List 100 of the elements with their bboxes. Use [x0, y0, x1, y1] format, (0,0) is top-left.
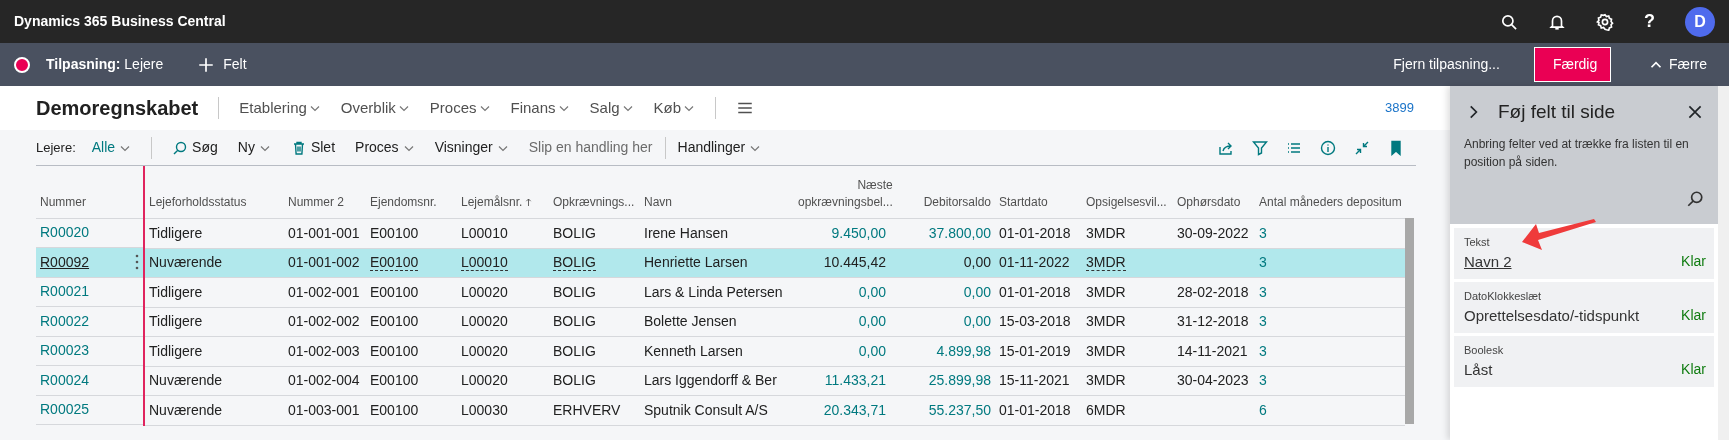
table-row[interactable]: R00023 Tidligere 01-002-003 E00100 L00020 BOLIG Kenneth Larsen 0,00 4.899,98 15-01-2019 3MDR 14-11-2021 3 [36, 336, 1405, 366]
filter-dropdown[interactable]: Alle [91, 137, 132, 158]
delete-button[interactable]: Slet [290, 137, 336, 158]
table-cell: 25.899,98 [928, 372, 991, 389]
record-link[interactable]: R00020 [40, 222, 90, 244]
table-cell: 20.343,71 [823, 401, 886, 418]
collapse-icon[interactable] [1354, 139, 1370, 156]
table-cell: 0,00 [858, 283, 886, 300]
search-button[interactable]: Søg [172, 137, 218, 158]
help-button[interactable]: ? [1644, 8, 1655, 35]
info-icon[interactable] [1320, 139, 1336, 156]
table-cell: 3 [1259, 342, 1267, 359]
table-row[interactable]: R00022 Tidligere 01-002-002 E00100 L00020 BOLIG Bolette Jensen 0,00 0,00 15-03-2018 3MDR 31-12-2018 3 [36, 307, 1405, 337]
field-type: DatoKlokkeslæt [1464, 289, 1543, 304]
field-type: Boolesk [1464, 343, 1505, 358]
column-header[interactable]: Lejemålsnr. [461, 194, 533, 212]
table-cell: Tidligere [149, 313, 203, 330]
field-card[interactable]: Boolesk Låst Klar [1454, 336, 1714, 387]
field-card[interactable]: Tekst Navn 2 Klar [1454, 228, 1714, 279]
field-status: Klar [1681, 252, 1706, 272]
table-cell: 3 [1259, 313, 1267, 330]
table-row[interactable]: R00024 Nuværende 01-002-004 E00100 L00020 BOLIG Lars Iggendorff & Ber 11.433,21 25.899,98 15-11-2021 3MDR 30-04-2023 3 [36, 366, 1405, 396]
column-header[interactable]: Ejendomsnr. [370, 194, 437, 212]
table-cell: 3MDR [1086, 313, 1126, 330]
more-options-icon[interactable] [135, 254, 139, 271]
table-cell: 01-002-003 [288, 342, 360, 359]
user-avatar[interactable]: D [1685, 6, 1715, 37]
table-cell: 01-01-2018 [999, 283, 1071, 300]
table-cell: 01-001-002 [288, 254, 360, 271]
sort-ascending-icon [525, 197, 533, 209]
settings-icon[interactable] [1596, 12, 1614, 31]
table-cell: L00020 [461, 313, 508, 330]
nav-menu[interactable]: Finans [510, 96, 570, 120]
column-header[interactable]: Ophørsdato [1177, 194, 1241, 212]
customization-label: Tilpasning: Lejere [46, 55, 164, 74]
field-type: Tekst [1464, 235, 1491, 250]
table-cell: L00020 [461, 372, 508, 389]
bookmark-icon[interactable] [1388, 139, 1404, 156]
column-header[interactable]: Næste opkrævningsbel... [798, 176, 893, 212]
record-count[interactable]: 3899 [1385, 98, 1414, 118]
table-cell: 37.800,00 [928, 224, 991, 241]
record-link[interactable]: R00022 [40, 310, 90, 332]
column-header[interactable]: Opsigelsesvil... [1086, 194, 1167, 212]
column-header[interactable]: Antal måneders depositum [1259, 194, 1402, 212]
field-card[interactable]: DatoKlokkeslæt Oprettelsesdato/-tidspunkt Klar [1454, 282, 1714, 333]
nav-menu[interactable]: Etablering [239, 96, 321, 120]
action-drop-zone: Slip en handling her [528, 138, 653, 157]
table-cell: 14-11-2021 [1177, 342, 1248, 359]
table-cell: 0,00 [963, 254, 991, 271]
table-cell: 01-002-001 [288, 283, 360, 300]
table-row[interactable]: R00092 Nuværende 01-001-002 E00100 L00010 BOLIG Henriette Larsen 10.445,42 0,00 01-11-2022 3MDR 3 [36, 248, 1405, 278]
record-link[interactable]: R00025 [40, 399, 90, 421]
nav-menu[interactable]: Køb [653, 96, 696, 120]
table-row[interactable]: R00025 Nuværende 01-003-001 E00100 L00030 ERHVERV Sputnik Consult A/S 20.343,71 55.237,50 01-01-2018 6MDR 6 [36, 395, 1405, 425]
table-cell: L00020 [461, 342, 508, 359]
table-cell: E00100 [370, 313, 419, 330]
record-link[interactable]: R00023 [40, 340, 90, 362]
table-cell: 30-09-2022 [1177, 224, 1249, 241]
column-header[interactable]: Nummer 2 [288, 194, 344, 212]
column-header[interactable]: Startdato [999, 194, 1048, 212]
table-cell: ERHVERV [553, 401, 621, 418]
scrollbar-thumb[interactable] [1405, 218, 1414, 424]
column-header[interactable]: Opkrævnings... [553, 194, 635, 212]
table-cell: 0,00 [858, 342, 886, 359]
column-header[interactable]: Nummer [40, 194, 86, 212]
menu-button[interactable]: Handlinger [677, 137, 762, 158]
record-link[interactable]: R00024 [40, 369, 90, 391]
search-icon[interactable] [1500, 12, 1518, 31]
table-cell: BOLIG [553, 372, 596, 389]
table-cell: E00100 [370, 283, 419, 300]
table-cell: 3MDR [1086, 372, 1126, 389]
menu-button[interactable]: Proces [355, 137, 415, 158]
filter-icon[interactable] [1252, 139, 1268, 156]
field-name: Navn 2 [1464, 251, 1512, 272]
table-cell: L00030 [461, 401, 508, 418]
nav-menu[interactable]: Overblik [340, 96, 410, 120]
column-header[interactable]: Debitorsaldo [923, 194, 991, 212]
record-link[interactable]: R00021 [40, 281, 90, 303]
search-icon[interactable] [1686, 189, 1704, 208]
field-name: Oprettelsesdato/-tidspunkt [1464, 305, 1640, 326]
company-name: Demoregnskabet [36, 96, 199, 121]
table-row[interactable]: R00021 Tidligere 01-002-001 E00100 L00020 BOLIG Lars & Linda Petersen 0,00 0,00 01-01-2018 3MDR 28-02-2018 3 [36, 277, 1405, 307]
reset-customization-link[interactable]: Fjern tilpasning... [1393, 54, 1500, 75]
column-header[interactable]: Navn [644, 194, 672, 212]
field-name: Låst [1464, 359, 1493, 380]
add-field-button[interactable]: Felt [197, 54, 247, 75]
menu-button[interactable]: Visninger [434, 137, 509, 158]
table-cell: 01-002-004 [288, 372, 360, 389]
table-cell: Henriette Larsen [644, 254, 748, 271]
collapse-button[interactable]: Færre [1646, 54, 1707, 75]
nav-menu[interactable]: Salg [589, 96, 634, 120]
done-button[interactable]: Færdig [1533, 47, 1611, 82]
table-cell: 0,00 [858, 313, 886, 330]
table-cell: Irene Hansen [644, 224, 729, 241]
plus-icon [197, 55, 216, 74]
menu-button[interactable]: Ny [237, 137, 271, 158]
column-header[interactable]: Lejeforholdsstatus [149, 194, 247, 212]
nav-menu[interactable]: Proces [429, 96, 491, 120]
table-cell: L00010 [461, 254, 508, 272]
table-cell: 55.237,50 [928, 401, 991, 418]
